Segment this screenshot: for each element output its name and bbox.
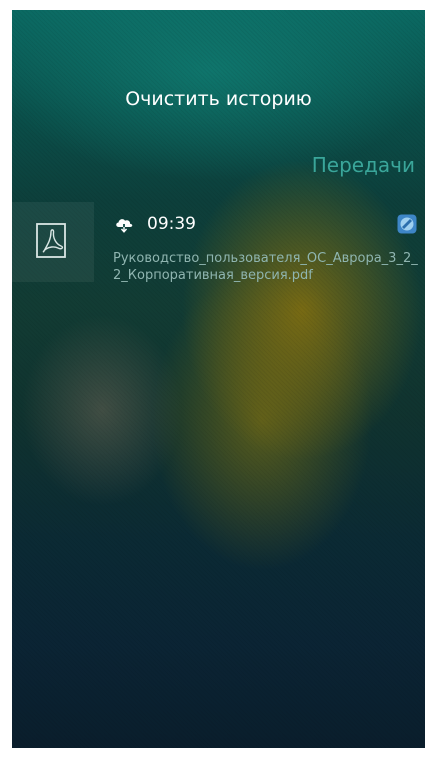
transfer-time: 09:39 bbox=[147, 214, 196, 234]
file-thumbnail bbox=[12, 202, 94, 282]
sync-service-icon bbox=[397, 214, 417, 234]
transfers-screen: Очистить историю Передачи 09:39 Руководс… bbox=[12, 10, 425, 748]
pdf-file-icon bbox=[36, 223, 66, 258]
page-title: Передачи bbox=[311, 153, 415, 177]
transfer-list-item[interactable]: 09:39 Руководство_пользователя_ОС_Аврора… bbox=[12, 202, 425, 302]
cloud-download-icon bbox=[116, 219, 133, 233]
transfer-file-name: Руководство_пользователя_ОС_Аврора_3_2_2… bbox=[113, 251, 418, 283]
clear-history-menu-item[interactable]: Очистить историю bbox=[12, 88, 425, 110]
